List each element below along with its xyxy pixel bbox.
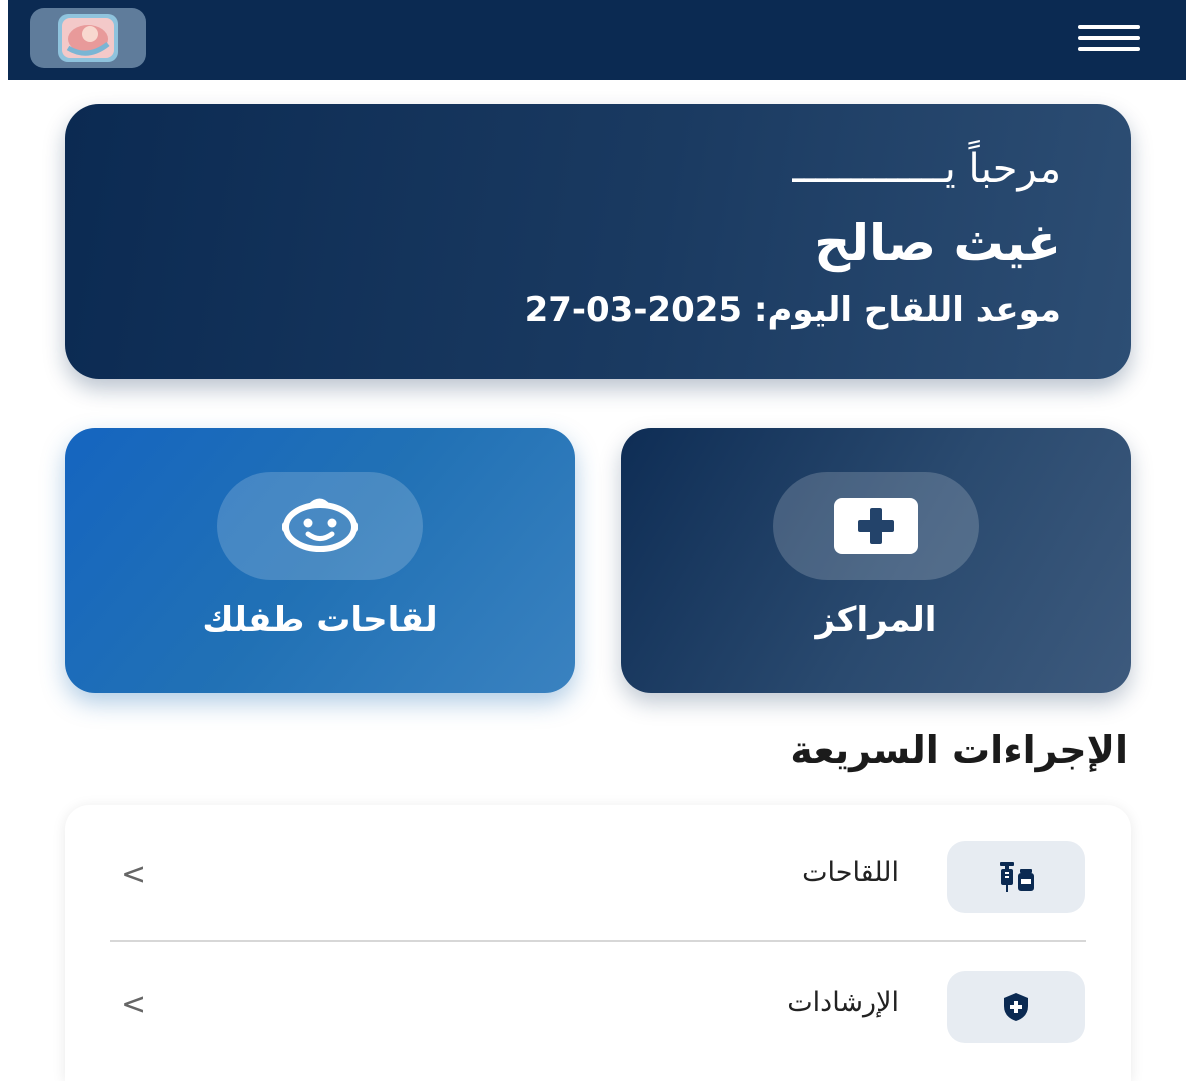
top-app-bar <box>8 0 1186 80</box>
welcome-card: مرحباً يـــــــــــــ غيث صالح موعد اللق… <box>65 104 1131 379</box>
vaccine-appointment-label: موعد اللقاح اليوم: <box>753 290 1061 330</box>
centers-icon-circle <box>773 472 979 580</box>
quick-action-vaccines[interactable]: اللقاحات < <box>65 841 1131 913</box>
child-vaccines-tile-label: لقاحات طفلك <box>202 600 438 640</box>
vaccine-appointment-date: 27-03-2025 <box>524 290 743 330</box>
quick-actions-title: الإجراءات السريعة <box>790 728 1128 772</box>
baby-face-icon <box>282 498 358 552</box>
greeting-text: مرحباً يـــــــــــــ <box>792 146 1061 192</box>
centers-tile[interactable]: المراكز <box>621 428 1131 693</box>
centers-tile-label: المراكز <box>815 600 937 640</box>
quick-actions-card: اللقاحات < الإرشادات < <box>65 805 1131 1081</box>
quick-action-guidelines[interactable]: الإرشادات < <box>65 971 1131 1043</box>
hamburger-menu-icon[interactable] <box>1078 25 1140 51</box>
user-name: غيث صالح <box>814 214 1061 272</box>
shield-plus-icon <box>1004 993 1028 1021</box>
divider <box>110 940 1086 942</box>
guidelines-icon-box <box>947 971 1085 1043</box>
child-vaccines-tile[interactable]: لقاحات طفلك <box>65 428 575 693</box>
child-vaccines-icon-circle <box>217 472 423 580</box>
app-logo[interactable] <box>30 8 146 68</box>
baby-app-logo-icon <box>58 14 118 62</box>
medical-cross-icon <box>834 498 918 554</box>
vaccines-label: اللقاحات <box>802 857 899 888</box>
guidelines-label: الإرشادات <box>787 987 899 1018</box>
chevron-left-icon: < <box>121 857 147 892</box>
vaccines-icon-box <box>947 841 1085 913</box>
syringe-vial-icon <box>1000 862 1034 892</box>
vaccine-appointment: موعد اللقاح اليوم: 27-03-2025 <box>135 290 1061 330</box>
chevron-left-icon: < <box>121 987 147 1022</box>
